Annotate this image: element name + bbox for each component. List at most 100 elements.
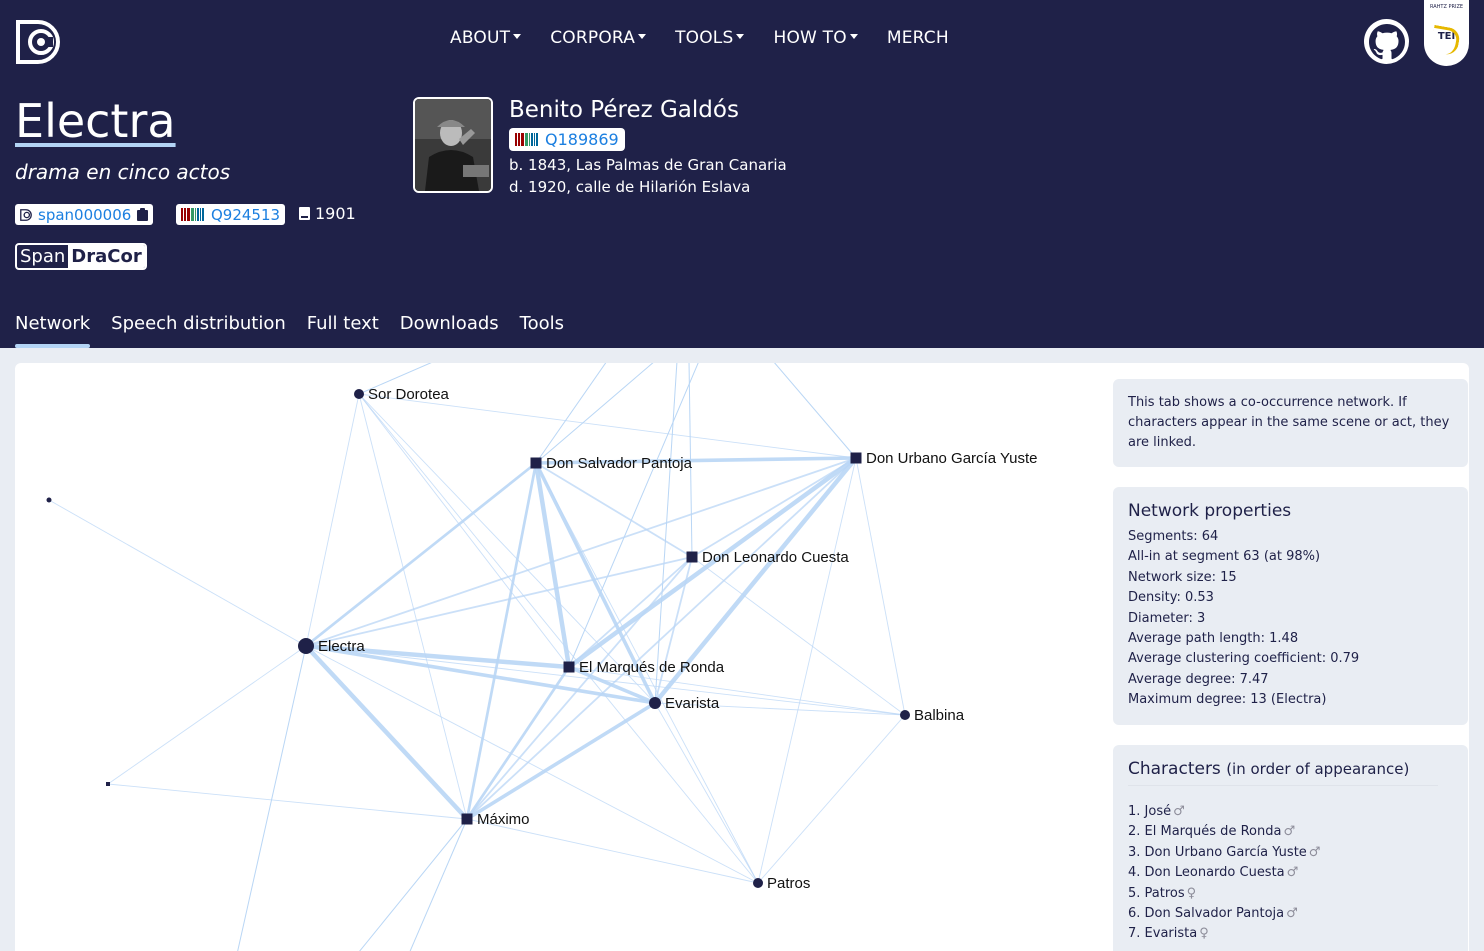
prop-avg-path: Average path length: 1.48 [1128, 631, 1299, 647]
network-properties-title: Network properties [1128, 501, 1292, 521]
character-item[interactable]: 3. Don Urbano García Yuste ♂ [1128, 843, 1453, 863]
book-icon [299, 207, 310, 220]
network-edge [48, 499, 307, 647]
nav-how-to[interactable]: HOW TO [773, 28, 858, 48]
github-icon[interactable] [1364, 19, 1409, 64]
network-node-marker [354, 389, 364, 399]
network-edge [466, 818, 759, 884]
chevron-down-icon [513, 33, 522, 39]
tab-full-text[interactable]: Full text [307, 313, 379, 334]
network-edge [237, 645, 307, 951]
network-edge [757, 714, 906, 884]
site-header: ABOUT CORPORA TOOLS HOW TO MERCH RAHTZ P… [0, 0, 1484, 348]
network-description: This tab shows a co-occurrence network. … [1128, 395, 1450, 450]
nav-about[interactable]: ABOUT [450, 28, 522, 48]
network-canvas[interactable]: Sor Dorotea Don Salvador Pantoja Don Urban… [15, 363, 1085, 951]
male-icon: ♂ [1286, 865, 1299, 881]
prop-clustering: Average clustering coefficient: 0.79 [1128, 651, 1360, 667]
network-node-marker [900, 710, 910, 720]
character-item[interactable]: 1. José ♂ [1128, 802, 1453, 822]
prop-segments: Segments: 64 [1128, 529, 1219, 544]
wikidata-icon [515, 133, 538, 146]
network-edge [757, 457, 857, 884]
network-node-label: Don Urbano García Yuste [866, 450, 1038, 467]
network-node-marker [563, 661, 575, 673]
network-node-label: Don Leonardo Cuesta [702, 549, 849, 566]
network-node[interactable]: Don Salvador Pantoja [530, 455, 693, 472]
network-node[interactable]: Patros [753, 875, 810, 892]
tab-network[interactable]: Network [15, 313, 91, 348]
character-item[interactable]: 4. Don Leonardo Cuesta ♂ [1128, 863, 1453, 883]
network-node-label: Patros [767, 875, 810, 892]
network-edge [654, 363, 678, 704]
network-edge [305, 461, 537, 648]
network-panel: Sor Dorotea Don Salvador Pantoja Don Urban… [15, 363, 1469, 951]
network-node-marker [686, 551, 698, 563]
clipboard-icon[interactable] [137, 208, 149, 221]
network-node-marker [106, 782, 110, 786]
author-death: d. 1920, calle de Hilarión Eslava [509, 178, 751, 196]
female-icon: ♀ [1199, 926, 1209, 942]
tei-prize-badge[interactable]: RAHTZ PRIZE 2022 TEI [1424, 0, 1469, 66]
character-item[interactable]: 2. El Marqués de Ronda ♂ [1128, 822, 1453, 842]
author-wikidata-badge[interactable]: Q189869 [509, 128, 625, 151]
network-node[interactable]: Sor Dorotea [354, 386, 450, 403]
prop-max-degree: Maximum degree: 13 (Electra) [1128, 692, 1327, 708]
nav-tools[interactable]: TOOLS [675, 28, 745, 48]
network-edge [535, 363, 607, 464]
network-edge [107, 645, 307, 785]
network-node[interactable]: Electra [298, 638, 365, 655]
network-node-marker [461, 813, 473, 825]
male-icon: ♂ [1308, 844, 1321, 860]
corpus-badge[interactable]: Span DraCor [15, 243, 147, 270]
network-node-label: El Marqués de Ronda [579, 659, 725, 676]
male-icon: ♂ [1283, 824, 1296, 840]
prop-diameter: Diameter: 3 [1128, 610, 1206, 626]
network-edge [855, 457, 906, 716]
edge-layer [48, 363, 906, 951]
tab-speech-distribution[interactable]: Speech distribution [111, 313, 286, 334]
dracor-logo[interactable] [15, 19, 61, 65]
author-name: Benito Pérez Galdós [509, 97, 739, 123]
network-info-box: This tab shows a co-occurrence network. … [1113, 379, 1468, 467]
network-node-label: Balbina [914, 707, 965, 724]
network-graph[interactable]: Sor Dorotea Don Salvador Pantoja Don Urban… [15, 363, 1085, 951]
character-item[interactable]: 7. Evarista ♀ [1128, 924, 1453, 944]
author-birth: b. 1843, Las Palmas de Gran Canaria [509, 156, 787, 174]
network-edge [466, 701, 656, 821]
network-edge [691, 556, 906, 716]
character-item[interactable]: 5. Patros ♀ [1128, 884, 1453, 904]
play-wikidata-badge[interactable]: Q924513 [176, 204, 286, 225]
chevron-down-icon [736, 33, 745, 39]
play-id-badge[interactable]: span000006 [15, 204, 154, 225]
network-node-marker [46, 497, 52, 503]
network-node[interactable]: Don Leonardo Cuesta [686, 549, 850, 566]
network-node[interactable]: Don Urbano García Yuste [850, 450, 1038, 467]
characters-title: Characters (in order of appearance) [1128, 759, 1410, 779]
network-node[interactable]: Máximo [461, 811, 530, 828]
play-title: Electra [15, 94, 176, 148]
network-node[interactable] [106, 782, 110, 786]
network-edge [774, 363, 857, 459]
nav-corpora[interactable]: CORPORA [550, 28, 647, 48]
tab-downloads[interactable]: Downloads [400, 313, 499, 334]
tab-tools[interactable]: Tools [520, 313, 564, 334]
female-icon: ♀ [1186, 885, 1197, 901]
network-edge [358, 393, 857, 459]
prop-avg-degree: Average degree: 7.47 [1128, 671, 1269, 687]
network-node[interactable]: El Marqués de Ronda [563, 659, 725, 676]
network-edge [409, 818, 468, 951]
character-item[interactable]: 6. Don Salvador Pantoja ♂ [1128, 904, 1453, 924]
network-node-marker [753, 878, 763, 888]
network-node-marker [530, 457, 542, 469]
network-node-label: Máximo [477, 811, 530, 828]
characters-box: Characters (in order of appearance) 1. J… [1113, 745, 1468, 951]
network-node[interactable] [46, 497, 52, 503]
network-node[interactable]: Balbina [900, 707, 965, 724]
divider [1128, 785, 1438, 786]
nav-merch[interactable]: MERCH [887, 28, 949, 48]
network-node-marker [850, 452, 862, 464]
network-node-marker [649, 697, 661, 709]
play-tabs: Network Speech distribution Full text Do… [15, 313, 585, 348]
network-edge [304, 644, 469, 821]
